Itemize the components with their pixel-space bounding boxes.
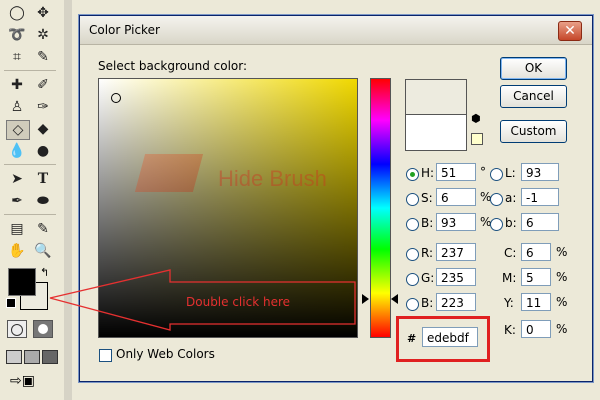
ok-button[interactable]: OK [500,57,567,80]
healing-brush-icon[interactable]: ✚ [6,76,28,94]
quick-mask-icon[interactable] [33,320,53,338]
blue-radio[interactable] [406,298,419,311]
marquee-ellipse-icon[interactable]: ◯ [6,4,28,22]
green-label: G: [421,271,435,285]
green-field[interactable]: 235 [436,268,476,286]
saturation-field[interactable]: 6 [436,188,476,206]
move-icon[interactable]: ✥ [32,4,54,22]
close-button[interactable]: ✕ [558,21,582,41]
clone-stamp-icon[interactable]: ♙ [6,98,28,116]
tool-separator [4,164,56,165]
annotation-text: Double click here [186,295,291,309]
magenta-field[interactable]: 5 [521,268,551,286]
black-unit: % [556,322,568,336]
brightness-field[interactable]: 93 [436,213,476,231]
lab-b-field[interactable]: 6 [521,213,559,231]
jump-to-imageready-icon[interactable]: ⇨▣ [10,373,35,389]
hue-slider-left-arrow[interactable] [362,294,369,304]
red-field[interactable]: 237 [436,243,476,261]
lab-a-label: a: [505,191,517,205]
yellow-field[interactable]: 11 [521,293,551,311]
magic-wand-icon[interactable]: ✲ [32,26,54,44]
yellow-label: Y: [504,296,514,310]
color-field-picker-circle[interactable] [111,93,121,103]
saturation-radio[interactable] [406,193,419,206]
watermark-logo-icon [134,154,204,192]
blue-field[interactable]: 223 [436,293,476,311]
screen-mode-full-icon[interactable] [42,350,58,364]
standard-mode-icon[interactable] [7,320,27,338]
brush-icon[interactable]: ✐ [32,76,54,94]
hue-label: H: [421,166,435,180]
paint-bucket-icon[interactable]: ◆ [32,120,54,138]
hue-radio[interactable] [406,168,419,181]
magenta-unit: % [556,270,568,284]
slice-icon[interactable]: ✎ [32,48,54,66]
lab-a-radio[interactable] [490,193,503,206]
brightness-radio[interactable] [406,218,419,231]
custom-button[interactable]: Custom [500,120,567,143]
lasso-icon[interactable]: ➰ [6,26,28,44]
hue-slider[interactable] [370,78,391,338]
cyan-field[interactable]: 6 [521,243,551,261]
hue-field[interactable]: 51 [436,163,476,181]
foreground-color-swatch[interactable] [8,268,36,296]
hue-slider-right-arrow[interactable] [391,294,398,304]
dialog-title: Color Picker [89,23,160,37]
green-radio[interactable] [406,273,419,286]
out-of-gamut-icon[interactable]: ⬢ [471,113,481,124]
cyan-label: C: [504,246,517,260]
lab-l-label: L: [505,166,516,180]
saturation-label: S: [421,191,433,205]
default-colors-icon[interactable] [6,298,16,308]
current-color-preview[interactable] [405,114,467,151]
new-color-preview [405,79,467,115]
magenta-label: M: [502,271,517,285]
watermark-text: Hide Brush [218,166,327,191]
tools-palette: ◯ ✥ ➰ ✲ ⌗ ✎ ✚ ✐ ♙ ✑ ◇ ◆ 💧 ● ➤ T ✒ ⬬ ▤ ✎ … [0,0,72,400]
eyedropper-icon[interactable]: ✎ [32,220,54,238]
lab-l-field[interactable]: 93 [521,163,559,181]
only-web-colors-checkbox[interactable] [99,349,112,362]
red-radio[interactable] [406,248,419,261]
pen-icon[interactable]: ✒ [6,192,28,210]
toolbox-edge [64,0,72,400]
lab-b-radio[interactable] [490,218,503,231]
history-brush-icon[interactable]: ✑ [32,98,54,116]
tool-separator [4,214,56,215]
blur-icon[interactable]: 💧 [6,142,28,160]
tool-separator [4,70,56,71]
screen-mode-menu-icon[interactable] [24,350,40,364]
screen-mode-standard-icon[interactable] [6,350,22,364]
hex-prefix-label: # [407,332,417,345]
blue-label: B: [421,296,434,310]
hue-unit: ° [480,165,486,179]
title-bar[interactable]: Color Picker ✕ [80,16,592,45]
black-label: K: [504,323,516,337]
color-picker-dialog: Color Picker ✕ Select background color: … [79,15,593,382]
lab-a-field[interactable]: -1 [521,188,559,206]
red-label: R: [421,246,434,260]
hand-icon[interactable]: ✋ [6,242,28,260]
cancel-button[interactable]: Cancel [500,85,567,108]
cyan-unit: % [556,245,568,259]
eraser-icon[interactable]: ◇ [6,120,30,140]
path-select-icon[interactable]: ➤ [6,170,28,188]
brightness-label: B: [421,216,434,230]
black-field[interactable]: 0 [521,320,551,338]
prompt-label: Select background color: [98,59,248,73]
only-web-colors-label: Only Web Colors [116,347,215,361]
web-safe-color-icon[interactable] [471,133,483,145]
lab-b-label: b: [505,216,517,230]
yellow-unit: % [556,295,568,309]
swap-colors-icon[interactable]: ↰ [40,266,49,279]
type-icon[interactable]: T [32,170,54,188]
notes-icon[interactable]: ▤ [6,220,28,238]
shape-icon[interactable]: ⬬ [32,192,54,210]
crop-icon[interactable]: ⌗ [6,48,28,66]
dodge-icon[interactable]: ● [32,142,54,160]
lab-l-radio[interactable] [490,168,503,181]
hex-field[interactable]: edebdf [422,327,478,347]
zoom-icon[interactable]: 🔍 [32,242,54,260]
